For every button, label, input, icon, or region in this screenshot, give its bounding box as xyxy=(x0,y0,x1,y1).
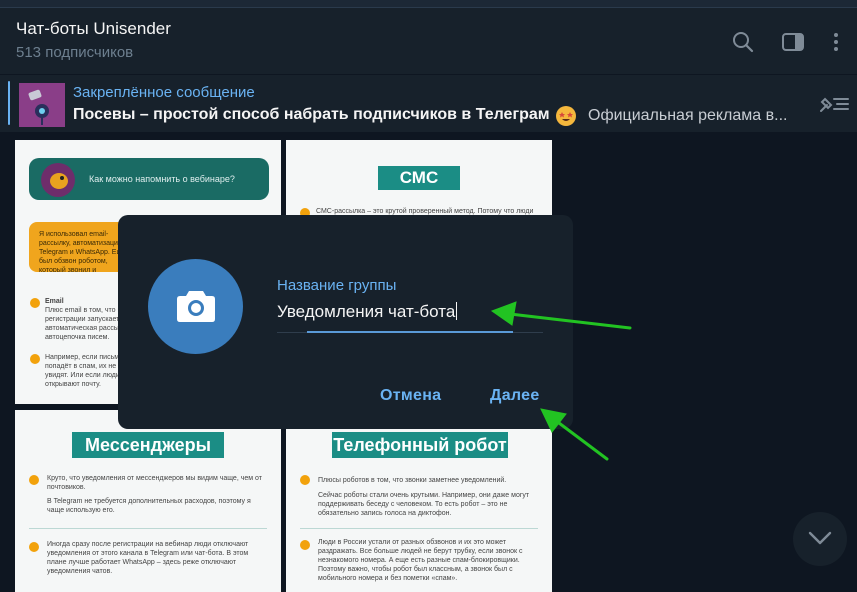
cancel-button[interactable]: Отмена xyxy=(380,387,441,405)
more-vertical-icon[interactable] xyxy=(824,30,848,54)
album-image-3[interactable]: Мессенджеры Круто, что уведомления от ме… xyxy=(15,410,281,592)
input-underline-active xyxy=(307,331,513,333)
plus-bullet-icon xyxy=(29,475,39,485)
group-name-label: Название группы xyxy=(277,277,397,294)
chat-title[interactable]: Чат-боты Unisender xyxy=(16,19,171,39)
minus-bullet-icon xyxy=(29,542,39,552)
next-button[interactable]: Далее xyxy=(490,387,540,405)
messengers-tag: Мессенджеры xyxy=(72,432,224,458)
sms-tag: СМС xyxy=(378,166,460,190)
plus-bullet-icon xyxy=(300,475,310,485)
pinned-indicator xyxy=(8,81,10,125)
mascot-avatar xyxy=(41,163,75,197)
sidebar-toggle-icon[interactable] xyxy=(781,30,805,54)
minus-bullet-icon xyxy=(30,354,40,364)
unpin-list-icon[interactable] xyxy=(817,93,851,115)
pinned-text: Посевы – простой способ набрать подписчи… xyxy=(73,106,550,123)
camera-icon xyxy=(177,291,215,322)
chat-header: Чат-боты Unisender 513 подписчиков xyxy=(0,8,857,74)
pinned-text-rest: Официальная реклама в... xyxy=(588,107,788,124)
group-photo-button[interactable] xyxy=(148,259,243,354)
text-cursor xyxy=(456,302,458,320)
window-top-strip xyxy=(0,0,857,8)
create-group-dialog: Название группы Уведомления чат-бота Отм… xyxy=(118,215,573,429)
chevron-down-icon xyxy=(808,531,832,545)
star-struck-emoji-icon xyxy=(556,106,576,126)
divider xyxy=(300,528,538,529)
pinned-message-bar[interactable]: Закреплённое сообщение Посевы – простой … xyxy=(0,74,857,132)
subscriber-count: 513 подписчиков xyxy=(16,44,134,61)
minus-bullet-icon xyxy=(300,540,310,550)
group-name-input[interactable]: Уведомления чат-бота xyxy=(277,302,458,322)
album-image-4[interactable]: Телефонный робот Плюсы роботов в том, чт… xyxy=(286,410,552,592)
phone-robot-tag: Телефонный робот xyxy=(332,432,508,458)
pinned-label: Закреплённое сообщение xyxy=(73,84,255,101)
pinned-thumbnail xyxy=(19,83,65,127)
scroll-to-bottom-button[interactable] xyxy=(793,512,847,566)
search-icon[interactable] xyxy=(731,30,755,54)
divider xyxy=(29,528,267,529)
plus-bullet-icon xyxy=(30,298,40,308)
